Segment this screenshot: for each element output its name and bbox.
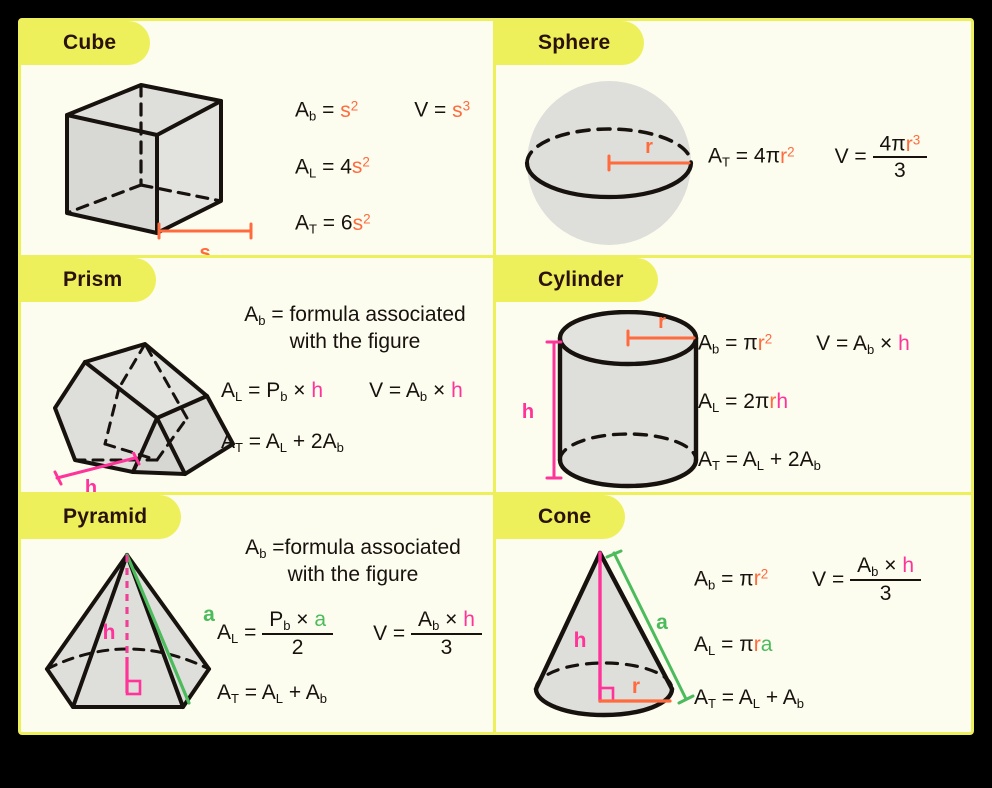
pyramid-al-denominator: 2 (262, 633, 334, 658)
cube-formulas: Ab = s2 V = s3 AL = 4s2 AT = 6s2 (295, 99, 470, 236)
svg-text:a: a (203, 603, 215, 626)
panel-title-pyramid: Pyramid (63, 505, 148, 528)
sphere-figure: r (514, 73, 714, 255)
pyramid-v-denominator: 3 (411, 633, 482, 658)
panel-pyramid: Pyramid a h Ab =formula associated with … (21, 495, 496, 732)
panel-title-sphere: Sphere (538, 31, 611, 54)
formula-pyramid-at: AT = AL + Ab (217, 681, 328, 707)
prism-dimension-h: h (49, 450, 159, 495)
formula-sheet-card: Cube s Ab = s2 V = s3 AL = 4s2 AT = 6s2 … (18, 18, 974, 735)
svg-text:a: a (656, 611, 668, 634)
cylinder-dimension-h: h (510, 334, 566, 491)
prism-ab-line2: with the figure (289, 329, 421, 353)
formula-sphere-at: AT = 4πr2 (708, 144, 795, 170)
formula-prism-v: V = Ab × h (369, 379, 463, 405)
svg-text:r: r (632, 675, 640, 698)
formula-cylinder-al: AL = 2πrh (698, 389, 789, 415)
panel-title-cube: Cube (63, 31, 117, 54)
formula-cylinder-at: AT = AL + 2Ab (698, 447, 821, 473)
panel-tab-sphere: Sphere (496, 21, 645, 65)
formula-pyramid-v: V = Ab × h 3 (373, 609, 482, 658)
formula-cone-at: AT = AL + Ab (694, 685, 805, 711)
cone-formulas: Ab = πr2 V = Ab × h 3 AL = πra AT = AL +… (694, 555, 922, 711)
formula-pyramid-ab: Ab =formula associated with the figure (245, 536, 461, 586)
svg-text:s: s (199, 242, 210, 258)
panel-title-prism: Prism (63, 268, 123, 291)
svg-text:h: h (103, 621, 116, 644)
svg-text:r: r (645, 136, 653, 158)
formula-cone-al: AL = πra (694, 632, 773, 658)
formula-cube-v: V = s3 (414, 98, 471, 122)
formula-pyramid-al: AL = Pb × a 2 (217, 609, 334, 658)
panel-tab-cone: Cone (496, 495, 626, 539)
formula-cube-ab: Ab = s2 (295, 98, 359, 124)
formula-sphere-v: V = 4πr3 3 (835, 133, 928, 181)
svg-text:h: h (522, 401, 534, 423)
pyramid-formulas: Ab =formula associated with the figure A… (217, 535, 489, 705)
prism-formulas: Ab = formula associated with the figure … (221, 302, 489, 454)
pyramid-ab-line1: formula associated (284, 536, 461, 559)
sphere-v-denominator: 3 (872, 155, 928, 181)
formula-prism-at: AT = AL + 2Ab (221, 430, 344, 456)
panel-tab-prism: Prism (21, 258, 157, 302)
formula-prism-al: AL = Pb × h (221, 379, 324, 405)
panel-tab-cube: Cube (21, 21, 151, 65)
panel-cube: Cube s Ab = s2 V = s3 AL = 4s2 AT = 6s2 (21, 21, 496, 258)
sphere-formulas: AT = 4πr2 V = 4πr3 3 (708, 133, 928, 181)
panel-title-cone: Cone (538, 505, 592, 528)
prism-ab-line1: formula associated (289, 303, 466, 326)
formula-cone-ab: Ab = πr2 (694, 566, 769, 593)
panel-cone: Cone h r a Ab = πr2 V = Ab × h 3 AL = πr… (496, 495, 971, 732)
cylinder-formulas: Ab = πr2 V = Ab × h AL = 2πrh AT = AL + … (698, 331, 910, 473)
panel-tab-pyramid: Pyramid (21, 495, 182, 539)
formula-cylinder-v: V = Ab × h (816, 331, 910, 357)
svg-text:h: h (85, 477, 97, 495)
panel-title-cylinder: Cylinder (538, 268, 624, 291)
pyramid-figure: a h (37, 543, 237, 728)
panel-grid: Cube s Ab = s2 V = s3 AL = 4s2 AT = 6s2 … (21, 21, 971, 732)
cone-figure: h r a (522, 543, 707, 728)
formula-cone-v: V = Ab × h 3 (812, 555, 922, 604)
cube-dimension-s: s (153, 221, 263, 258)
svg-text:h: h (574, 629, 587, 652)
panel-tab-cylinder: Cylinder (496, 258, 658, 302)
panel-cylinder: Cylinder r h Ab = πr2 V = Ab × h AL = 2π… (496, 258, 971, 495)
formula-cylinder-ab: Ab = πr2 (698, 331, 773, 357)
pyramid-ab-line2: with the figure (287, 562, 419, 586)
formula-cube-at: AT = 6s2 (295, 211, 371, 237)
svg-text:r: r (658, 311, 666, 333)
formula-prism-ab: Ab = formula associated with the figure (244, 303, 466, 353)
cone-v-denominator: 3 (850, 578, 922, 604)
formula-cube-al: AL = 4s2 (295, 154, 370, 181)
panel-prism: Prism h Ab = formula associated with the… (21, 258, 496, 495)
panel-sphere: Sphere r AT = 4πr2 V = 4πr3 3 (496, 21, 971, 258)
